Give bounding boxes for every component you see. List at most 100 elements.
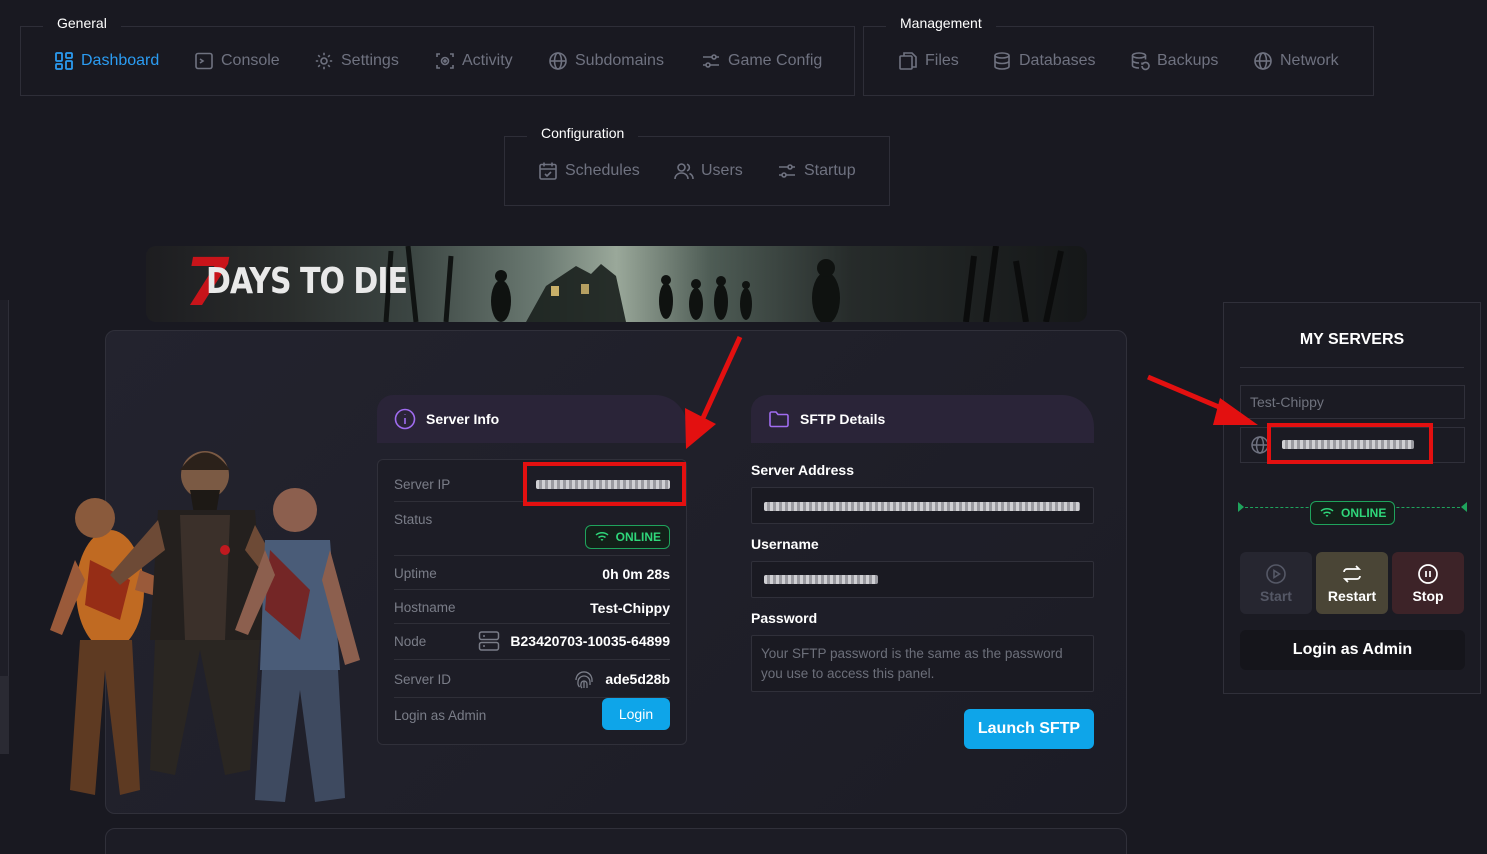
nav-item-users[interactable]: Users	[674, 137, 743, 205]
hostname-row: Hostname Test-Chippy	[394, 590, 670, 624]
stop-button-label: Stop	[1412, 587, 1444, 604]
nav-item-label: Startup	[804, 162, 856, 179]
redacted-username	[764, 575, 878, 584]
nav-item-dashboard[interactable]: Dashboard	[54, 27, 159, 95]
hostname-value: Test-Chippy	[590, 600, 670, 616]
secondary-panel	[105, 828, 1127, 854]
restart-button[interactable]: Restart	[1316, 552, 1388, 614]
my-servers-title: MY SERVERS	[1299, 331, 1405, 348]
calendar-icon	[539, 162, 557, 180]
nav-item-label: Activity	[462, 52, 513, 69]
database-icon	[994, 52, 1010, 70]
nav-item-backups[interactable]: Backups	[1130, 27, 1218, 95]
wifi-icon	[1320, 507, 1334, 517]
sftp-title: SFTP Details	[800, 411, 886, 427]
server-id-label: Server ID	[394, 672, 452, 687]
stop-button[interactable]: Stop	[1392, 552, 1464, 614]
nav-item-label: Files	[925, 52, 959, 69]
nav-item-label: Schedules	[565, 162, 640, 179]
uptime-row: Uptime 0h 0m 28s	[394, 556, 670, 590]
password-note: Your SFTP password is the same as the pa…	[751, 635, 1094, 692]
nav-item-label: Subdomains	[575, 52, 664, 69]
status-line-right-arrow	[1461, 502, 1467, 512]
nav-item-console[interactable]: Console	[194, 27, 280, 95]
login-button[interactable]: Login	[602, 698, 670, 730]
node-value-text: B23420703-10035-64899	[510, 633, 670, 649]
wifi-icon	[595, 531, 609, 541]
nav-item-label: Users	[701, 162, 743, 179]
game-banner: 7 DAYS TO DIE	[146, 246, 1087, 322]
nav-group-general: General Dashboard Console Settings Activ…	[20, 15, 855, 96]
users-icon	[674, 163, 694, 180]
annotation-box-server-address	[1267, 423, 1433, 464]
nav-item-databases[interactable]: Databases	[992, 27, 1096, 95]
fingerprint-icon	[575, 671, 594, 689]
banner-logo-text: DAYS TO DIE	[206, 260, 408, 303]
nav-item-schedules[interactable]: Schedules	[538, 137, 640, 205]
status-row: Status ONLINE	[394, 502, 670, 556]
sliders-icon	[779, 164, 795, 178]
divider	[1240, 367, 1464, 368]
globe-icon	[1254, 52, 1272, 70]
uptime-value: 0h 0m 28s	[602, 566, 670, 582]
nav-group-management: Management Files Databases Backups Netwo…	[863, 15, 1374, 96]
nav-item-label: Dashboard	[81, 52, 160, 69]
nav-item-files[interactable]: Files	[898, 27, 959, 95]
nav-item-label: Databases	[1019, 52, 1096, 69]
redacted-address	[764, 502, 1080, 511]
status-label: Status	[394, 512, 433, 527]
username-label: Username	[751, 536, 819, 552]
dashboard-icon	[55, 52, 73, 70]
status-badge: ONLINE	[1310, 501, 1396, 525]
zombie-characters-illustration	[50, 451, 360, 802]
restart-button-label: Restart	[1327, 587, 1377, 604]
files-icon	[899, 52, 917, 70]
my-servers-sidebar: MY SERVERS Test-Chippy ONLINE Start Rest…	[1223, 302, 1481, 694]
server-name-field[interactable]: Test-Chippy	[1240, 385, 1465, 419]
activity-icon	[436, 53, 454, 69]
start-button[interactable]: Start	[1240, 552, 1312, 614]
server-id-value-text: ade5d28b	[605, 671, 670, 687]
sliders-icon	[703, 54, 719, 68]
login-as-admin-button[interactable]: Login as Admin	[1240, 630, 1465, 670]
uptime-label: Uptime	[394, 566, 437, 581]
server-id-value: ade5d28b	[573, 668, 670, 690]
status-badge-text: ONLINE	[1341, 506, 1387, 520]
globe-icon	[549, 52, 567, 70]
nav-item-network[interactable]: Network	[1253, 27, 1339, 95]
info-icon	[394, 408, 416, 430]
node-row: Node B23420703-10035-64899	[394, 624, 670, 660]
nav-item-label: Network	[1280, 52, 1339, 69]
status-value: ONLINE	[584, 525, 670, 549]
nav-item-label: Settings	[341, 52, 399, 69]
annotation-box-server-ip	[523, 462, 686, 506]
status-line-left-arrow	[1238, 502, 1244, 512]
start-button-label: Start	[1260, 587, 1292, 604]
password-label: Password	[751, 610, 818, 626]
hostname-label: Hostname	[394, 600, 456, 615]
left-edge-panel	[0, 300, 9, 676]
server-address-field[interactable]	[751, 487, 1094, 524]
restart-icon	[1342, 564, 1362, 583]
nav-item-activity[interactable]: Activity	[435, 27, 513, 95]
left-edge-panel	[0, 676, 9, 754]
folder-icon	[769, 411, 789, 428]
status-badge: ONLINE	[584, 525, 670, 549]
server-rack-icon	[479, 631, 500, 651]
username-field[interactable]	[751, 561, 1094, 598]
status-badge-text: ONLINE	[615, 530, 661, 544]
nav-item-game-config[interactable]: Game Config	[701, 27, 822, 95]
nav-group-configuration: Configuration Schedules Users Startup	[504, 125, 890, 206]
login-admin-row: Login as Admin Login	[394, 698, 670, 736]
nav-item-startup[interactable]: Startup	[777, 137, 856, 205]
nav-item-label: Backups	[1157, 52, 1219, 69]
node-value: B23420703-10035-64899	[478, 630, 670, 652]
login-admin-label: Login as Admin	[394, 708, 487, 723]
server-ip-label: Server IP	[394, 477, 451, 492]
launch-sftp-button[interactable]: Launch SFTP	[964, 709, 1094, 749]
sftp-header: SFTP Details	[751, 395, 1094, 443]
nav-item-settings[interactable]: Settings	[314, 27, 399, 95]
server-address-label: Server Address	[751, 462, 854, 478]
gear-icon	[315, 52, 333, 70]
nav-item-subdomains[interactable]: Subdomains	[548, 27, 664, 95]
